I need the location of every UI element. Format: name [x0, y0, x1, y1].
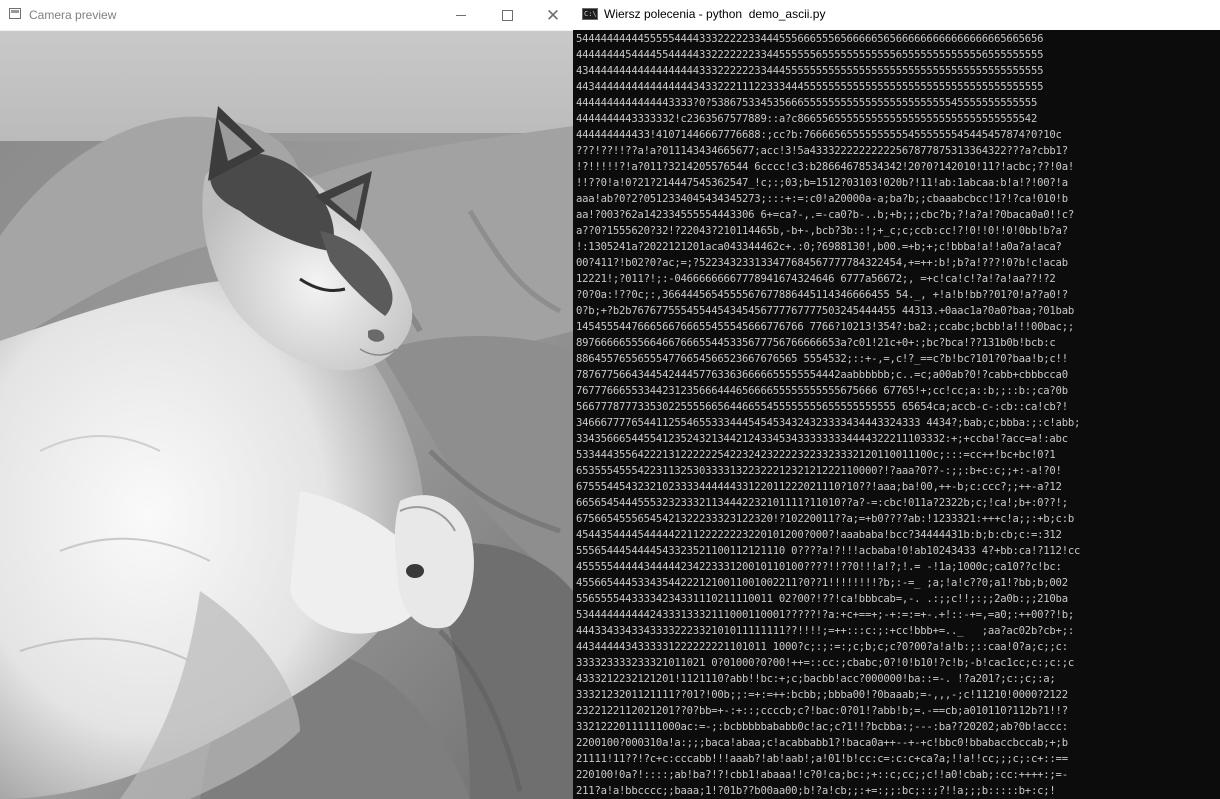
close-button[interactable]: ✕: [530, 0, 573, 30]
console-line: 4344444444444444444433322222233444555555…: [576, 65, 1044, 77]
console-line: 1454555447666566766655455545666776766 77…: [576, 321, 1074, 333]
console-line: 6755544543232102333344444433122011222021…: [576, 481, 1062, 493]
console-line: 7677766655334423123566644465666655555555…: [576, 385, 1068, 397]
console-line: aaa!ab?0?2?0512334045434345273;:::+:=:c0…: [576, 193, 1068, 205]
console-line: 6535554555422311325303333132232221232121…: [576, 465, 1062, 477]
console-line: 12221!;?011?!;:-046666666677789416743246…: [576, 273, 1056, 285]
cmd-icon: C:\: [582, 8, 598, 20]
close-icon: ✕: [545, 5, 561, 25]
camera-preview-image: [0, 31, 573, 799]
console-line: 5444444444455555444433322222334445556665…: [576, 33, 1044, 45]
sleeping-cat-photo: [0, 31, 573, 799]
console-line: 0?b;+?b2b7676775554554454345456777767777…: [576, 305, 1074, 317]
console-line: !!??0!a!0?21?214447545362547_!c;:;03;b=1…: [576, 177, 1068, 189]
console-line: 3343566654455412352432134421243345343333…: [576, 433, 1068, 445]
console-line: 4444444454444554444433222222233445555556…: [576, 49, 1044, 61]
console-line: 5556544454444543323521100112121110 0????…: [576, 545, 1081, 557]
console-line: 3332123201121111??01?!00b;;:=+:=++:bcbb;…: [576, 689, 1068, 701]
console-line: 7876775664344542444577633636666655555554…: [576, 369, 1068, 381]
command-prompt-titlebar[interactable]: C:\ Wiersz polecenia - python demo_ascii…: [573, 0, 1220, 30]
console-line: a??0?1555620?32!?22043?210114465b,-b+-,b…: [576, 225, 1068, 237]
ascii-output-console[interactable]: 5444444444455555444433322222334445556665…: [576, 31, 1220, 799]
console-line: 4434444434333331222222221101011 1000?c;:…: [576, 641, 1068, 653]
maximize-button[interactable]: [484, 0, 530, 30]
console-line: 33212220111111000ac:=-;:bcbbbbbababb0c!a…: [576, 721, 1068, 733]
console-line: ?0?0a:!??0c;:,36644456545555676778864451…: [576, 289, 1068, 301]
console-line: 886455765565554776654566523667676565 555…: [576, 353, 1068, 365]
console-line: 21111!11??!?c+c:cccabb!!!aaab?!ab!aab!;a…: [576, 753, 1068, 765]
console-line: 3466677776544112554655333444545453432432…: [576, 417, 1081, 429]
console-line: 455665444533435442221210011001002211?0??…: [576, 577, 1068, 589]
console-line: 4444444443333332!c2363567577889::a?c8665…: [576, 113, 1038, 125]
console-line: 6656545444555323233321134442232101111?11…: [576, 497, 1068, 509]
console-line: !?!!!!!?!a?011?3214205576544 6cccc!c3:b2…: [576, 161, 1074, 173]
console-line: ???!??!!??a!a?011143434665677;acc!3!5a43…: [576, 145, 1068, 157]
camera-preview-title: Camera preview: [29, 8, 117, 22]
console-line: 4434444444444444444343322211122333444555…: [576, 81, 1044, 93]
maximize-icon: [501, 9, 513, 21]
minimize-icon: [456, 14, 466, 16]
console-line: 00?411?!b02?0?ac;=;?52234323313347768456…: [576, 257, 1068, 269]
camera-preview-titlebar[interactable]: Camera preview ✕: [0, 0, 573, 31]
console-line: 5667778777335302255556656446655455555555…: [576, 401, 1068, 413]
console-line: 55655554433334234331110211110011 02?00?!…: [576, 593, 1068, 605]
console-line: 5344444444442433313332111000110001?????!…: [576, 609, 1074, 621]
console-line: 4443343343343333222332101011111111??!!!!…: [576, 625, 1074, 637]
console-line: 2200100?000310a!a:;;;baca!abaa;c!acabbab…: [576, 737, 1068, 749]
console-line: 333323333233321011021 0?01000?0?00!++=::…: [576, 657, 1074, 669]
console-line: 444444444433!41071446667776688:;cc?b:766…: [576, 129, 1062, 141]
console-line: 8976666655566466766655445335677756766666…: [576, 337, 1056, 349]
console-line: !:1305241a?2022121201aca043344462c+.:0;?…: [576, 241, 1062, 253]
console-line: 4333212232121201!1121110?abb!!bc:+;c;bac…: [576, 673, 1056, 685]
console-line: 4544354444544444221122222223220101200?00…: [576, 529, 1062, 541]
window-app-icon: [9, 8, 21, 19]
console-line: 67566545556545421322233323122320!?102200…: [576, 513, 1074, 525]
minimize-button[interactable]: [438, 0, 484, 30]
console-line: 4555554444434444423422333120010110100???…: [576, 561, 1062, 573]
console-line: 5334443556422213122222254223242322223223…: [576, 449, 1056, 461]
console-line: 2322122112021201??0?bb=+-:+::;ccccb;c?!b…: [576, 705, 1068, 717]
console-line: aa!?003?62a142334555554443306 6+=ca?-,.=…: [576, 209, 1074, 221]
console-line: 211?a!a!bbcccc;;baaa;1!?01b??b00aa00;b!?…: [576, 785, 1056, 797]
camera-preview-window: Camera preview ✕: [0, 0, 573, 799]
console-line: 220100!0a?!::::;ab!ba?!?!cbb1!abaaa!!c?0…: [576, 769, 1068, 781]
command-prompt-window: C:\ Wiersz polecenia - python demo_ascii…: [573, 0, 1220, 799]
command-prompt-title: Wiersz polecenia - python demo_ascii.py: [604, 7, 826, 21]
console-line: 4444444444444443333?0?538675334535666555…: [576, 97, 1038, 109]
